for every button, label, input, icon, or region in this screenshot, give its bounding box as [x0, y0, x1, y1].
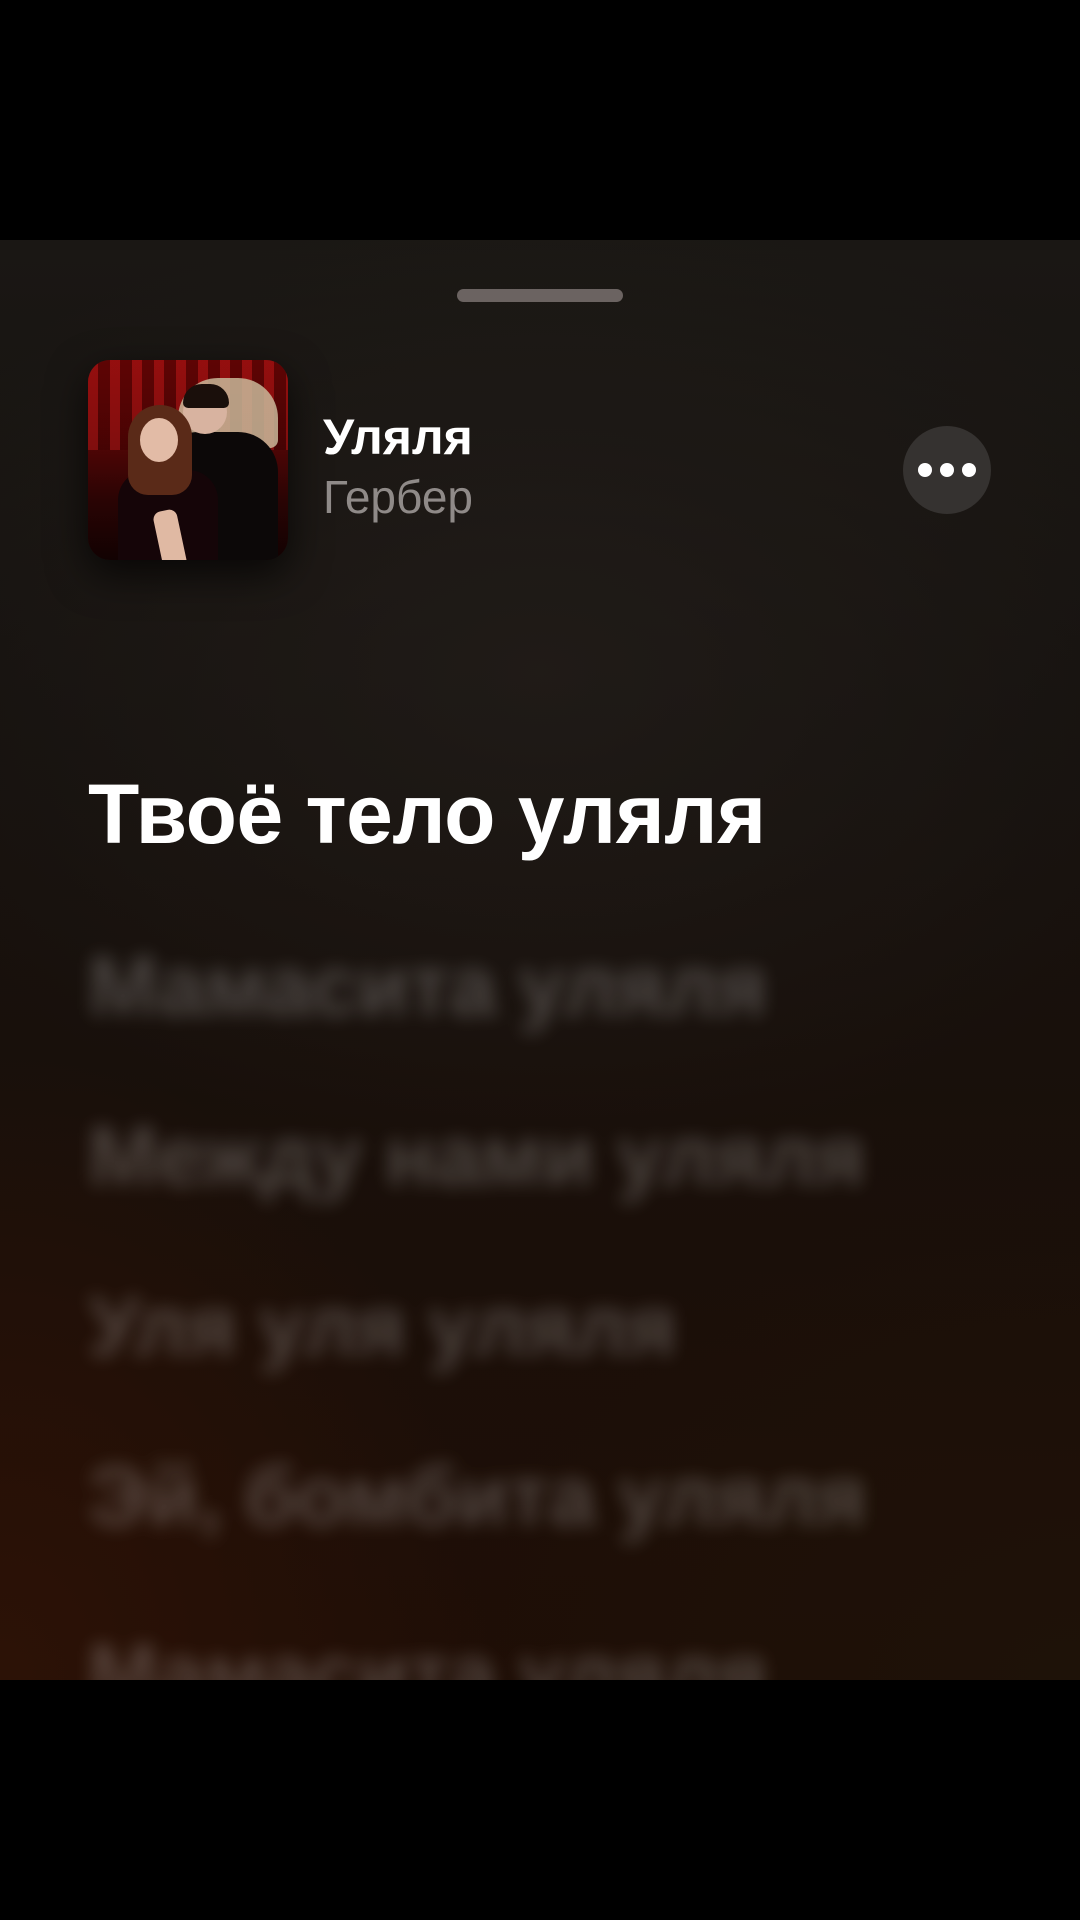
ellipsis-icon: [918, 463, 932, 477]
screen: Уляля Гербер Твоё тело уляля Мамасита ул…: [0, 0, 1080, 1920]
lyric-line-active[interactable]: Твоё тело уляля: [88, 772, 766, 856]
ellipsis-icon: [940, 463, 954, 477]
lyrics-sheet: Уляля Гербер Твоё тело уляля Мамасита ул…: [0, 240, 1080, 1680]
more-options-button[interactable]: [903, 426, 991, 514]
lyric-line[interactable]: Эй, бомбита уляля: [88, 1454, 866, 1538]
ellipsis-icon: [962, 463, 976, 477]
track-title[interactable]: Уляля: [323, 412, 473, 462]
lyric-line[interactable]: Уля уля уляля: [88, 1284, 676, 1368]
lyric-line[interactable]: Между нами уляля: [88, 1114, 865, 1198]
album-artwork[interactable]: [88, 360, 288, 560]
lyric-line[interactable]: Мамасита уляля: [88, 944, 767, 1028]
lyric-line[interactable]: Мамасита уляля: [88, 1632, 767, 1680]
sheet-grabber[interactable]: [457, 289, 623, 302]
track-artist[interactable]: Гербер: [323, 474, 473, 520]
artwork-woman-face: [140, 418, 178, 462]
artwork-man-hair: [183, 384, 229, 408]
